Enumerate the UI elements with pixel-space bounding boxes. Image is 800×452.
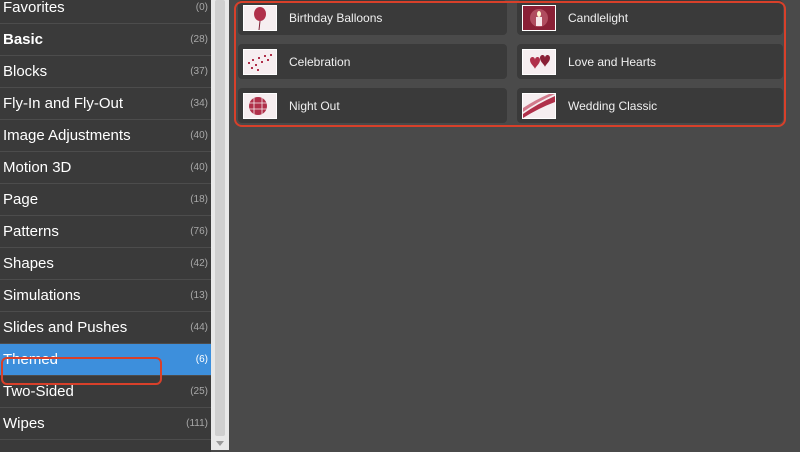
category-two-sided[interactable]: Two-Sided (25) xyxy=(0,376,211,408)
transition-name: Celebration xyxy=(289,54,351,69)
category-name: Themed xyxy=(3,351,59,368)
category-name: Motion 3D xyxy=(3,159,72,176)
category-page[interactable]: Page (18) xyxy=(0,184,211,216)
scrollbar-thumb[interactable] xyxy=(215,0,225,436)
category-count: (18) xyxy=(190,194,208,205)
category-favorites[interactable]: Favorites (0) xyxy=(0,0,211,24)
category-count: (42) xyxy=(190,258,208,269)
transition-wedding-classic[interactable]: Wedding Classic xyxy=(517,88,783,123)
category-wipes[interactable]: Wipes (111) xyxy=(0,408,211,440)
category-simulations[interactable]: Simulations (13) xyxy=(0,280,211,312)
category-fly-in-fly-out[interactable]: Fly-In and Fly-Out (34) xyxy=(0,88,211,120)
transition-birthday-balloons[interactable]: Birthday Balloons xyxy=(238,0,507,35)
confetti-icon xyxy=(243,48,277,75)
category-name: Basic xyxy=(3,31,44,48)
category-name: Shapes xyxy=(3,255,54,272)
transition-celebration[interactable]: Celebration xyxy=(238,44,507,79)
transition-love-and-hearts[interactable]: Love and Hearts xyxy=(517,44,783,79)
category-count: (34) xyxy=(190,98,208,109)
category-name: Patterns xyxy=(3,223,59,240)
transition-night-out[interactable]: Night Out xyxy=(238,88,507,123)
category-name: Page xyxy=(3,191,39,208)
category-count: (0) xyxy=(195,2,208,13)
category-count: (76) xyxy=(190,226,208,237)
category-count: (44) xyxy=(190,322,208,333)
transition-name: Birthday Balloons xyxy=(289,10,383,25)
scroll-down-arrow-icon[interactable] xyxy=(216,441,224,446)
category-patterns[interactable]: Patterns (76) xyxy=(0,216,211,248)
category-name: Two-Sided xyxy=(3,383,74,400)
category-count: (6) xyxy=(195,354,208,365)
category-count: (25) xyxy=(190,386,208,397)
category-name: Blocks xyxy=(3,63,48,80)
category-count: (40) xyxy=(190,130,208,141)
category-themed[interactable]: Themed (6) xyxy=(0,344,211,376)
ribbon-icon xyxy=(522,92,556,119)
disco-ball-icon xyxy=(243,92,277,119)
balloon-icon xyxy=(243,4,277,31)
category-image-adjustments[interactable]: Image Adjustments (40) xyxy=(0,120,211,152)
category-count: (111) xyxy=(186,418,208,429)
category-name: Simulations xyxy=(3,287,81,304)
category-count: (28) xyxy=(190,34,208,45)
category-count: (13) xyxy=(190,290,208,301)
category-name: Wipes xyxy=(3,415,45,432)
category-shapes[interactable]: Shapes (42) xyxy=(0,248,211,280)
category-list: Favorites (0) Basic (28) Blocks (37) Fly-In… xyxy=(0,0,211,452)
transition-name: Love and Hearts xyxy=(568,54,657,69)
category-count: (37) xyxy=(190,66,208,77)
candle-icon xyxy=(522,4,556,31)
hearts-icon xyxy=(522,48,556,75)
sidebar-scrollbar[interactable] xyxy=(211,0,229,450)
category-name: Fly-In and Fly-Out xyxy=(3,95,124,112)
transition-name: Night Out xyxy=(289,98,340,113)
category-name: Slides and Pushes xyxy=(3,319,128,336)
category-slides-and-pushes[interactable]: Slides and Pushes (44) xyxy=(0,312,211,344)
category-name: Image Adjustments xyxy=(3,127,131,144)
category-motion-3d[interactable]: Motion 3D (40) xyxy=(0,152,211,184)
transition-name: Candlelight xyxy=(568,10,629,25)
category-name: Favorites xyxy=(3,0,65,16)
transition-candlelight[interactable]: Candlelight xyxy=(517,0,783,35)
category-blocks[interactable]: Blocks (37) xyxy=(0,56,211,88)
transition-name: Wedding Classic xyxy=(568,98,658,113)
category-count: (40) xyxy=(190,162,208,173)
category-basic[interactable]: Basic (28) xyxy=(0,24,211,56)
